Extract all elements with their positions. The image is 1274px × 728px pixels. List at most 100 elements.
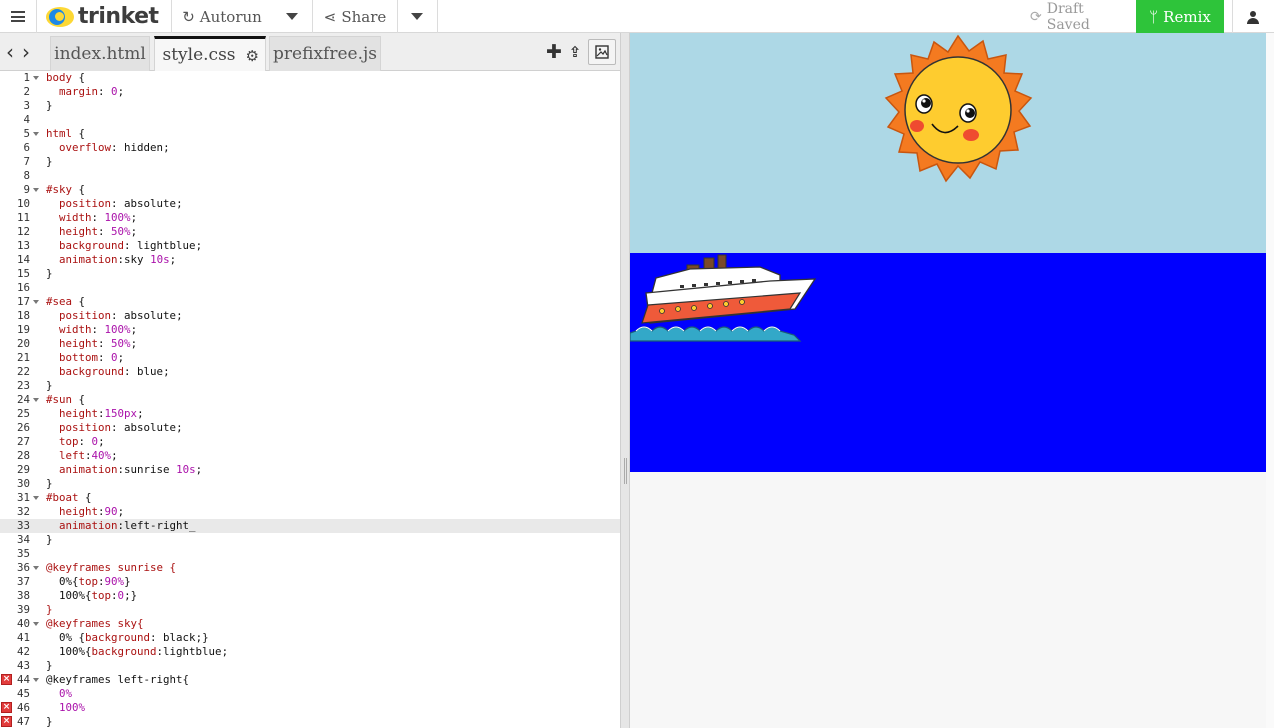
code-line[interactable]: × 47}: [0, 715, 620, 728]
pane-divider[interactable]: [620, 33, 630, 728]
code-line[interactable]: 35: [0, 547, 620, 561]
code-line[interactable]: 36 @keyframes sunrise {: [0, 561, 620, 575]
tab-style-css[interactable]: style.css ⚙: [154, 36, 266, 71]
fold-arrow-icon[interactable]: [33, 622, 39, 626]
next-tab-arrow-icon[interactable]: ›: [16, 33, 36, 71]
code-line[interactable]: 24 #sun {: [0, 393, 620, 407]
code-line[interactable]: 32 height:90;: [0, 505, 620, 519]
code-line[interactable]: 12 height: 50%;: [0, 225, 620, 239]
image-library-icon[interactable]: [588, 39, 616, 65]
code-token: 100%: [104, 323, 131, 336]
code-line[interactable]: 14 animation:sky 10s;: [0, 253, 620, 267]
trinket-logo[interactable]: trinket: [46, 0, 162, 33]
line-number: 33: [16, 519, 30, 532]
user-menu-button[interactable]: [1232, 0, 1274, 33]
code-line[interactable]: 31 #boat {: [0, 491, 620, 505]
code-token: width: [59, 323, 92, 336]
fold-arrow-icon[interactable]: [33, 300, 39, 304]
code-token: 40%: [91, 449, 112, 462]
menu-button[interactable]: [0, 0, 36, 33]
code-line[interactable]: 6 overflow: hidden;: [0, 141, 620, 155]
code-line[interactable]: 42 100%{background:lightblue;: [0, 645, 620, 659]
code-line[interactable]: 11 width: 100%;: [0, 211, 620, 225]
error-icon[interactable]: ×: [1, 702, 12, 713]
code-token: hidden: [124, 141, 164, 154]
error-icon[interactable]: ×: [1, 674, 12, 685]
fold-arrow-icon[interactable]: [33, 678, 39, 682]
fold-arrow-icon[interactable]: [33, 496, 39, 500]
remix-button[interactable]: ᛘ Remix: [1136, 0, 1224, 33]
code-line[interactable]: 33 animation:left-right_: [0, 519, 620, 533]
code-line[interactable]: 23}: [0, 379, 620, 393]
code-line[interactable]: 41 0% {background: black;}: [0, 631, 620, 645]
code-line[interactable]: 1 body {: [0, 71, 620, 85]
code-line[interactable]: 30}: [0, 477, 620, 491]
preview-scrollbar[interactable]: [1266, 33, 1274, 728]
error-icon[interactable]: ×: [1, 716, 12, 727]
code-line[interactable]: 20 height: 50%;: [0, 337, 620, 351]
code-token: :: [98, 337, 112, 350]
code-line[interactable]: 38 100%{top:0;}: [0, 589, 620, 603]
line-gutter: 38: [0, 589, 42, 603]
drag-handle-icon[interactable]: [624, 458, 627, 484]
autorun-button[interactable]: ↻ Autorun: [172, 0, 272, 33]
line-number: 42: [16, 645, 30, 658]
code-line[interactable]: 45 0%: [0, 687, 620, 701]
line-number: 14: [16, 253, 30, 266]
gear-icon[interactable]: ⚙: [246, 47, 259, 65]
code-line[interactable]: 29 animation:sunrise 10s;: [0, 463, 620, 477]
fold-arrow-icon[interactable]: [33, 398, 39, 402]
code-line[interactable]: 9 #sky {: [0, 183, 620, 197]
code-line[interactable]: 2 margin: 0;: [0, 85, 620, 99]
line-code: 100%{background:lightblue;: [46, 645, 228, 659]
code-line[interactable]: 28 left:40%;: [0, 449, 620, 463]
code-line[interactable]: 10 position: absolute;: [0, 197, 620, 211]
code-token: {: [72, 127, 86, 140]
code-token: 100%{: [46, 645, 92, 658]
tab-prefixfree-js[interactable]: prefixfree.js: [269, 36, 381, 71]
code-line[interactable]: 37 0%{top:90%}: [0, 575, 620, 589]
code-line[interactable]: 19 width: 100%;: [0, 323, 620, 337]
code-line[interactable]: 25 height:150px;: [0, 407, 620, 421]
code-line[interactable]: 26 position: absolute;: [0, 421, 620, 435]
code-line[interactable]: 18 position: absolute;: [0, 309, 620, 323]
line-number: 21: [16, 351, 30, 364]
code-line[interactable]: 5 html {: [0, 127, 620, 141]
code-line[interactable]: 7}: [0, 155, 620, 169]
code-line[interactable]: 13 background: lightblue;: [0, 239, 620, 253]
code-line[interactable]: 16: [0, 281, 620, 295]
code-line[interactable]: 8: [0, 169, 620, 183]
code-line[interactable]: 17 #sea {: [0, 295, 620, 309]
fold-arrow-icon[interactable]: [33, 188, 39, 192]
share-button[interactable]: ⋖ Share: [313, 0, 397, 33]
code-line[interactable]: 43}: [0, 659, 620, 673]
code-token: :: [98, 225, 112, 238]
upload-icon[interactable]: ⇪: [562, 39, 588, 65]
code-line[interactable]: 22 background: blue;: [0, 365, 620, 379]
code-line[interactable]: × 46 100%: [0, 701, 620, 715]
share-dropdown-button[interactable]: [397, 0, 437, 33]
code-line[interactable]: 39}: [0, 603, 620, 617]
code-line[interactable]: 15}: [0, 267, 620, 281]
code-editor[interactable]: 1 body {2 margin: 0; 3} 4 5 html {6 overflow:…: [0, 71, 620, 728]
code-line[interactable]: 21 bottom: 0;: [0, 351, 620, 365]
top-bar: trinket ↻ Autorun ⋖ Share ⟳ Draft Saved …: [0, 0, 1274, 33]
line-code: background: lightblue;: [46, 239, 202, 253]
fold-arrow-icon[interactable]: [33, 132, 39, 136]
code-line[interactable]: 27 top: 0;: [0, 435, 620, 449]
fold-arrow-icon[interactable]: [33, 566, 39, 570]
fold-arrow-icon[interactable]: [33, 76, 39, 80]
tab-index-html[interactable]: index.html: [50, 36, 150, 71]
remix-label: Remix: [1163, 7, 1211, 26]
autorun-dropdown-button[interactable]: [272, 0, 312, 33]
code-line[interactable]: × 44 @keyframes left-right{: [0, 673, 620, 687]
code-line[interactable]: 4: [0, 113, 620, 127]
code-line[interactable]: 40 @keyframes sky{: [0, 617, 620, 631]
line-gutter: 26: [0, 421, 42, 435]
line-gutter: 36: [0, 561, 42, 575]
code-line[interactable]: 3}: [0, 99, 620, 113]
code-line[interactable]: 34}: [0, 533, 620, 547]
code-lines[interactable]: 1 body {2 margin: 0; 3} 4 5 html {6 overflow:…: [0, 71, 620, 728]
